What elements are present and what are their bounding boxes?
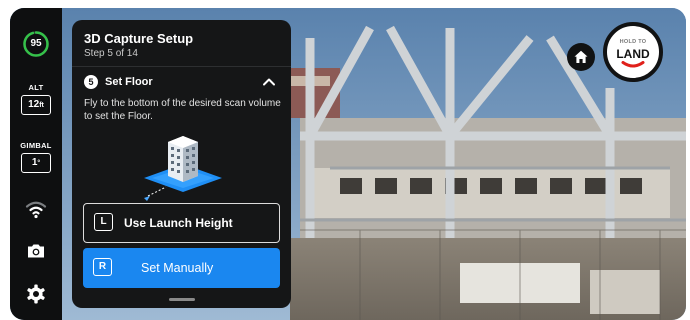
step-instructions: Fly to the bottom of the desired scan vo… xyxy=(84,98,281,122)
use-launch-height-button[interactable]: L Use Launch Height xyxy=(83,203,280,243)
return-home-button[interactable] xyxy=(567,43,595,71)
manual-key-hint: R xyxy=(93,258,112,276)
altitude-label: ALT xyxy=(28,83,44,92)
flight-screen: 95 ALT 12ft GIMBAL 1° 3D Capture Setup S… xyxy=(10,8,686,320)
battery-percent: 95 xyxy=(30,38,42,49)
panel-title: 3D Capture Setup xyxy=(84,31,194,46)
step-progress: Step 5 of 14 xyxy=(84,48,138,59)
launch-key-hint: L xyxy=(94,213,113,231)
gimbal-unit: ° xyxy=(37,160,41,167)
hold-to-land-button[interactable]: HOLD TO LAND xyxy=(603,22,663,82)
panel-divider xyxy=(72,66,291,67)
altitude-value: 12 xyxy=(28,99,40,110)
step-title: Set Floor xyxy=(105,76,153,88)
set-manually-label: Set Manually xyxy=(141,261,214,275)
panel-drag-handle[interactable] xyxy=(169,298,195,301)
altitude-readout: 12ft xyxy=(21,95,51,115)
land-label: LAND xyxy=(616,47,650,61)
altitude-unit: ft xyxy=(39,102,44,109)
status-rail: 95 ALT 12ft GIMBAL 1° xyxy=(10,8,62,320)
gimbal-readout: 1° xyxy=(21,153,51,173)
set-manually-button[interactable]: R Set Manually xyxy=(83,248,280,288)
camera-icon[interactable] xyxy=(24,239,48,263)
step-number-badge: 5 xyxy=(84,75,98,89)
land-hint: HOLD TO xyxy=(619,39,647,45)
wifi-signal-icon xyxy=(25,201,47,219)
gimbal-label: GIMBAL xyxy=(20,141,52,150)
land-arc-icon xyxy=(621,61,645,68)
scan-volume-building-icon xyxy=(144,136,222,201)
gear-icon[interactable] xyxy=(24,282,48,306)
home-icon xyxy=(574,50,588,63)
launch-height-label: Use Launch Height xyxy=(124,216,233,230)
chevron-up-icon[interactable] xyxy=(261,74,277,90)
capture-setup-panel: 3D Capture Setup Step 5 of 14 5 Set Floo… xyxy=(72,20,291,308)
